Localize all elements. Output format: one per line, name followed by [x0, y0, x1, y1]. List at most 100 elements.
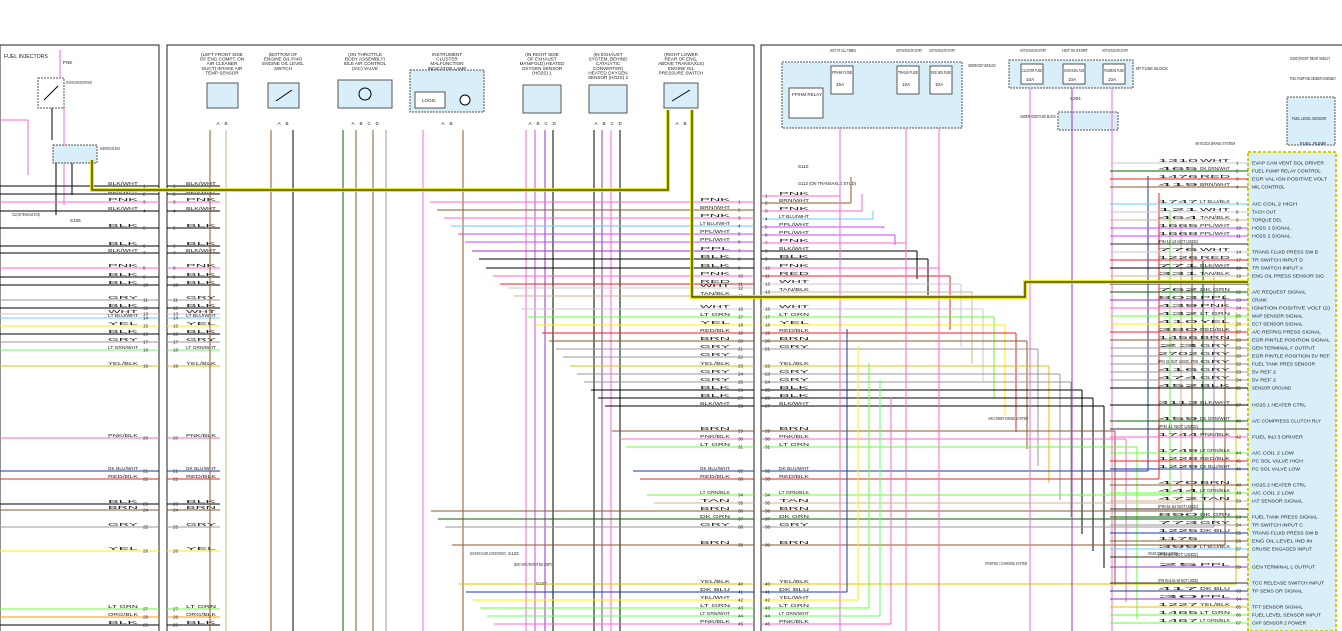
pin-number: 14: [143, 316, 149, 321]
ho2s2-symbol: [588, 84, 628, 114]
wire-color-label: WHT: [779, 304, 810, 309]
pin-number: 10: [143, 283, 149, 288]
pin-number: 34: [765, 493, 771, 498]
body-harn-note: (BODY HARN FRONT OF ENG COMPT): [514, 562, 552, 567]
pin-number: 17: [738, 315, 744, 320]
antilock-label: ANTILOCK BRAKE SYSTEM: [1195, 141, 1235, 146]
pin-number: 14: [173, 316, 179, 321]
wire-color-label: LT GRN: [700, 442, 730, 447]
s110-label: S110: [798, 164, 809, 169]
wire-color-label: DK BLU/WHT: [779, 466, 809, 471]
pin-number: 30: [1236, 354, 1242, 359]
pin-letter: B: [225, 121, 228, 126]
pin-letter: D: [553, 121, 557, 126]
pin-number: 27: [173, 607, 179, 612]
pin-number: 55: [1236, 531, 1242, 536]
pcm-signal-label: HO2S 2 SIGNAL: [1252, 234, 1292, 239]
pin-number: 33: [765, 477, 771, 482]
switch-blade-icon: [43, 85, 59, 101]
wire-color-label: PPL/WHT: [779, 230, 809, 235]
component-label: INSTRUMENT CLUSTER MALFUNCTION INDICATOR LA…: [428, 52, 467, 71]
panel-2-frame: [166, 44, 755, 631]
pin-number: 19: [765, 331, 771, 336]
wire-color-label: YEL/BLK: [779, 361, 810, 366]
wire-color-label: LT GRN: [779, 312, 809, 317]
pin-number: 35: [1236, 386, 1242, 391]
pin-letter: B: [286, 121, 289, 126]
hot-label: HOT IN RUN OR START: [1020, 48, 1046, 53]
wire-color-label: DK BLU/WHT: [1200, 464, 1230, 469]
wire-color-label: WHT: [1200, 207, 1231, 212]
wire-color-label: BLK: [108, 303, 141, 308]
circuit-number: 1744: [1158, 432, 1200, 437]
fuse-name: ENG SEN FUSE: [931, 70, 951, 75]
pin-number: 42: [738, 598, 744, 603]
wire-color-label: LT BLU/WHT: [700, 221, 730, 226]
logic-label: LOGIC: [422, 98, 437, 103]
pin-number: 28: [1236, 338, 1242, 343]
wire-color-label: RED/BLK: [1200, 456, 1231, 461]
wire-color-label: BLK/WHT: [1200, 400, 1230, 405]
pcm-signal-label: CRUISE ENGAGED INPUT: [1252, 547, 1312, 552]
wire-color-label: BRN/WHT: [779, 198, 809, 203]
pcm-signal-label: TORQUE DEL: [1252, 218, 1282, 223]
wire-color-label: GRY: [186, 337, 216, 342]
pin-number: 59: [1236, 565, 1242, 570]
component-label: (IN EXHAUST SYSTEM, BEHIND CATALYTIC CONVER…: [588, 52, 629, 80]
pin-number: 17: [143, 340, 149, 345]
wire-color-label: YEL: [186, 546, 218, 551]
wire-color-label: PNK: [186, 263, 219, 268]
pin-number: 22: [143, 477, 149, 482]
pin-number: 4: [765, 217, 768, 222]
pcm-signal-label: FUEL TANK PRES SENSOR: [1252, 362, 1316, 367]
pin-number: 31: [738, 445, 744, 450]
component-label: (IN RIGHT SIDE OF EXHAUST MANIFOLD) HEATED…: [520, 52, 566, 75]
circuit-number: (PIN 60 & 61-62 NOT USED): [1158, 578, 1198, 583]
circuit-number: 1228: [1158, 456, 1200, 461]
pin-number: 8: [738, 257, 741, 262]
circuit-number: 1175: [1158, 536, 1200, 541]
wire-color-label: BLK: [779, 254, 812, 259]
pcm-signal-label: A/C REFRIG PRESS SIGNAL: [1252, 330, 1321, 335]
pin-letter: B: [537, 121, 540, 126]
starting-label: STARTING / CHARGING SYSTEM: [985, 561, 1027, 566]
wire-color-label: PNK: [779, 238, 812, 243]
wire-color-label: YEL: [700, 320, 732, 325]
pin-number: 42: [1236, 435, 1242, 440]
pin-number: 65: [1236, 605, 1242, 610]
circuit-number: 1668: [1158, 231, 1200, 236]
wire-color-label: BLK/WHT: [700, 401, 730, 406]
circuit-number: 1749: [1158, 448, 1200, 453]
pin-number: 7: [1236, 202, 1239, 207]
pcm-signal-label: TCC RELEASE SWITCH INPUT: [1252, 581, 1324, 586]
wire-color-label: BLK: [186, 499, 219, 504]
pin-number: 2: [1236, 169, 1239, 174]
wire-color-label: DK GRN: [779, 514, 809, 519]
wire-color-label: BLK: [186, 620, 219, 625]
wire-color-label: WHT: [779, 279, 810, 284]
pin-letter: B: [603, 121, 606, 126]
wire-color-label: BLK: [186, 280, 219, 285]
wire-color-label: RED: [1200, 255, 1232, 260]
circuit-number: 1226: [1158, 255, 1200, 260]
pin-number: 38: [765, 525, 771, 530]
circuit-number: 416: [1158, 367, 1200, 372]
circuit-number: 459: [1158, 416, 1200, 421]
pcm-signal-label: A/C COIL 2 LOW: [1252, 451, 1295, 456]
pin-number: 1: [143, 184, 146, 189]
pin-number: 7: [143, 251, 146, 256]
pin-number: 20: [143, 436, 149, 441]
pin-number: 25: [173, 525, 179, 530]
wire-color-label: GRY: [700, 377, 730, 382]
wire-color-label: BRN: [1200, 335, 1230, 340]
pcm-signal-label: EVAP CAN VENT SOL DRIVER: [1252, 161, 1325, 166]
wire-color-label: DK GRN: [1200, 287, 1230, 292]
pin-number: 14: [1236, 250, 1242, 255]
pin-number: 66: [1236, 613, 1242, 618]
pin-number: 40: [738, 582, 744, 587]
pcm-signal-label: EGR VAL IGN POSITIVE VOLT: [1252, 177, 1327, 182]
pin-number: 9: [1236, 218, 1239, 223]
pin-number: 35: [738, 501, 744, 506]
wire-color-label: GRY: [700, 369, 730, 374]
wire-color-label: GRY: [700, 522, 730, 527]
